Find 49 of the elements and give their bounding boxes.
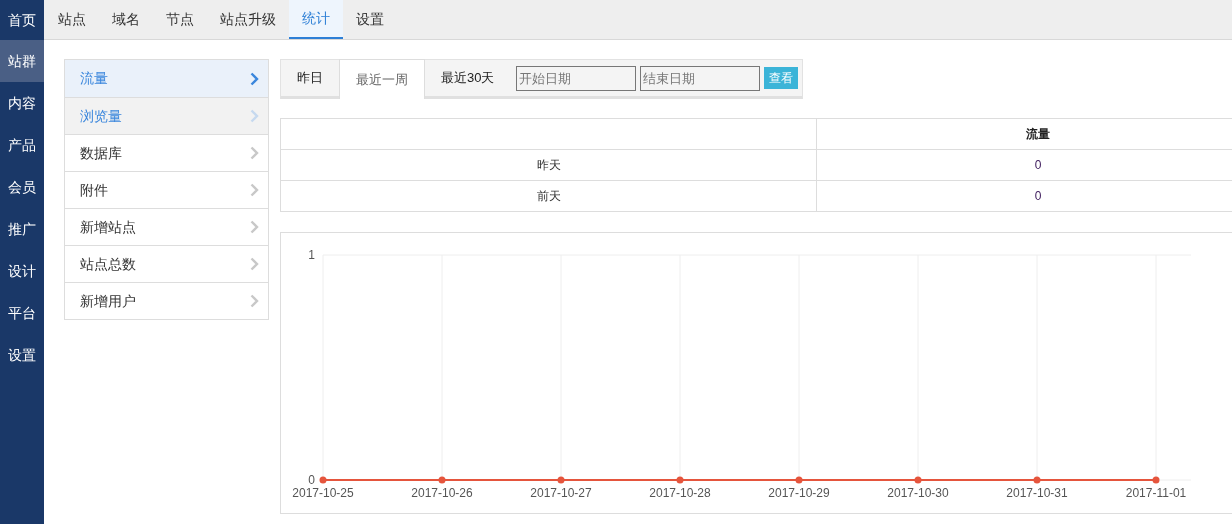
nav-item[interactable]: 设置 (0, 334, 44, 376)
table-cell: 昨天 (280, 149, 817, 181)
column-header: 流量 (816, 118, 1232, 150)
data-point (1152, 476, 1160, 484)
data-point (795, 476, 803, 484)
nav-item[interactable]: 设计 (0, 250, 44, 292)
nav-item[interactable]: 推广 (0, 208, 44, 250)
top-tab[interactable]: 统计 (289, 0, 343, 39)
top-tab[interactable]: 设置 (343, 0, 397, 39)
data-point (438, 476, 446, 484)
x-tick-label: 2017-10-29 (768, 486, 830, 500)
chevron-icon (250, 109, 259, 123)
chevron-icon (250, 220, 259, 234)
nav-item[interactable]: 会员 (0, 166, 44, 208)
chevron-icon (250, 294, 259, 308)
top-tab[interactable]: 域名 (99, 0, 153, 39)
nav-item[interactable]: 产品 (0, 124, 44, 166)
data-point (676, 476, 684, 484)
chevron-icon (250, 183, 259, 197)
nav-item[interactable]: 平台 (0, 292, 44, 334)
range-tab[interactable]: 最近30天 (425, 60, 511, 96)
data-point (557, 476, 565, 484)
range-tab[interactable]: 昨日 (281, 60, 339, 96)
x-tick-label: 2017-11-01 (1125, 486, 1187, 500)
side-menu-item[interactable]: 浏览量 (65, 97, 268, 134)
y-tick-label: 1 (308, 248, 315, 262)
chevron-icon (250, 71, 259, 86)
top-tab[interactable]: 站点升级 (207, 0, 289, 39)
table-cell: 前天 (280, 180, 817, 212)
x-tick-label: 2017-10-25 (292, 486, 354, 500)
data-point (1033, 476, 1041, 484)
x-tick-label: 2017-10-31 (1006, 486, 1068, 500)
range-tab[interactable]: 最近一周 (339, 59, 425, 99)
x-tick-label: 2017-10-26 (411, 486, 473, 500)
chevron-icon (250, 146, 259, 160)
top-tab[interactable]: 节点 (153, 0, 207, 39)
data-point (914, 476, 922, 484)
x-tick-label: 2017-10-30 (887, 486, 949, 500)
nav-item[interactable]: 站群 (0, 40, 44, 82)
y-tick-label: 0 (308, 473, 315, 487)
x-tick-label: 2017-10-27 (530, 486, 592, 500)
nav-item[interactable]: 首页 (0, 0, 44, 40)
chevron-icon (250, 257, 259, 271)
end-date-field[interactable]: 结束日期 (640, 65, 761, 91)
top-tab[interactable]: 站点 (45, 0, 99, 39)
data-point (319, 476, 327, 484)
start-date-field[interactable]: 开始日期 (516, 65, 637, 91)
x-tick-label: 2017-10-28 (649, 486, 711, 500)
nav-item[interactable]: 内容 (0, 82, 44, 124)
